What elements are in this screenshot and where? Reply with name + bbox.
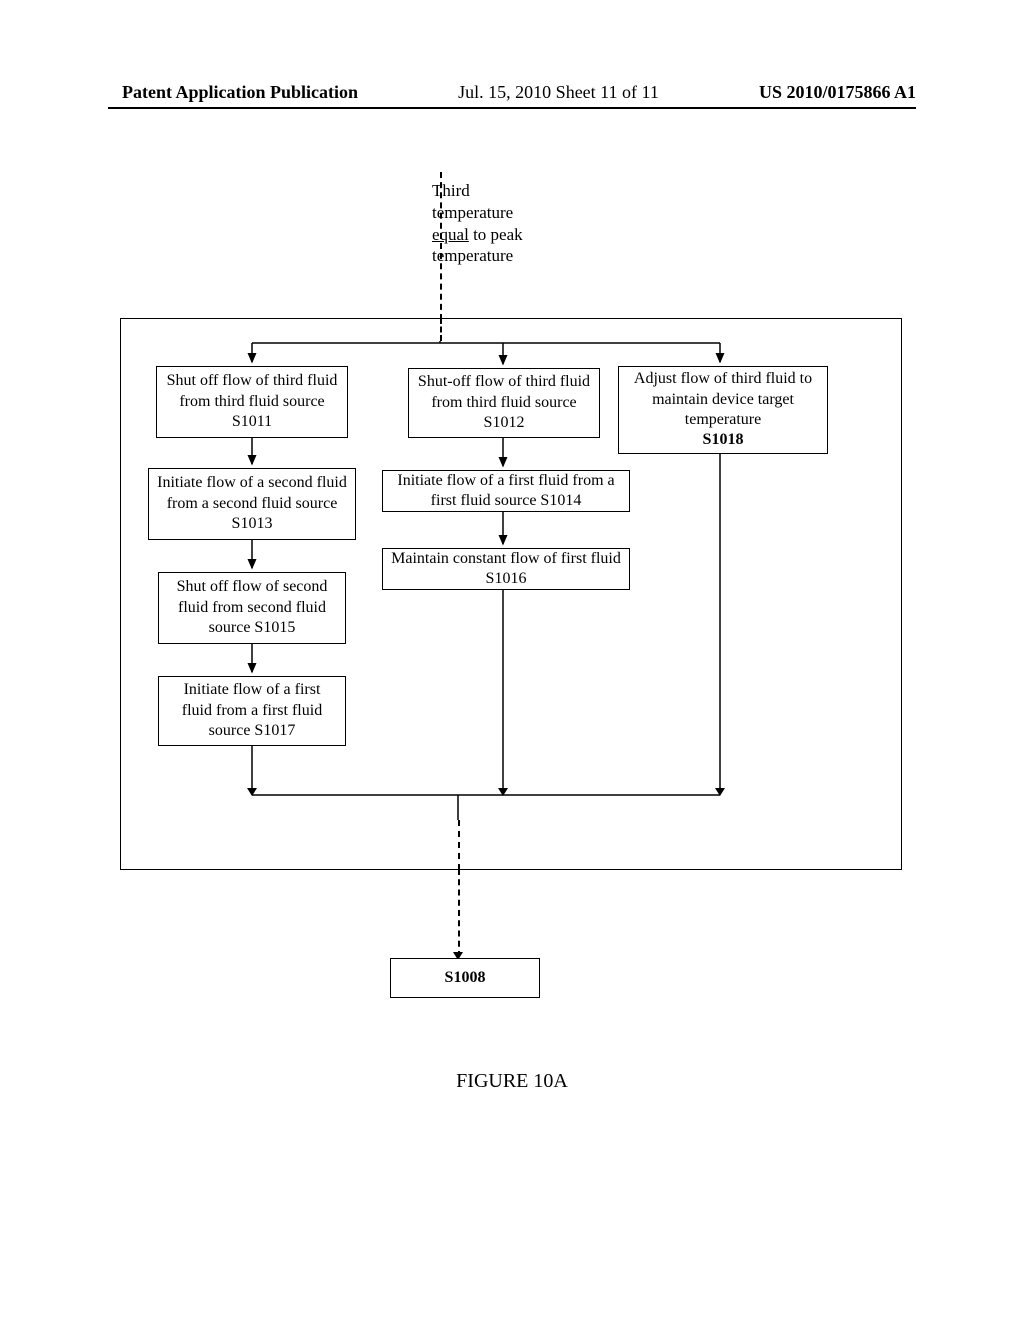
header-left: Patent Application Publication <box>122 82 358 103</box>
top-line1: Third <box>432 180 523 202</box>
step-s1017-text: Initiate flow of a first fluid from a fi… <box>167 680 337 741</box>
step-s1018-id: S1018 <box>703 431 744 448</box>
step-s1018-text: Adjust flow of third fluid to maintain d… <box>627 369 819 451</box>
header-right: US 2010/0175866 A1 <box>759 82 916 103</box>
dashed-line-top <box>440 172 442 320</box>
dashed-line-bottom-2 <box>458 869 460 957</box>
step-s1016-text: Maintain constant flow of first fluid S1… <box>391 549 621 590</box>
figure-label: FIGURE 10A <box>0 1070 1024 1093</box>
step-s1014-text: Initiate flow of a first fluid from a fi… <box>391 471 621 512</box>
page-header: Patent Application Publication Jul. 15, … <box>0 82 1024 103</box>
step-s1015: Shut off flow of second fluid from secon… <box>158 572 346 644</box>
step-s1012-text: Shut-off flow of third fluid from third … <box>417 372 591 433</box>
step-s1012: Shut-off flow of third fluid from third … <box>408 368 600 438</box>
header-mid: Jul. 15, 2010 Sheet 11 of 11 <box>458 82 659 103</box>
top-line4: temperature <box>432 245 523 267</box>
step-s1017: Initiate flow of a first fluid from a fi… <box>158 676 346 746</box>
top-condition-label: Third temperature equal to peak temperat… <box>432 180 523 267</box>
step-s1018: Adjust flow of third fluid to maintain d… <box>618 366 828 454</box>
step-s1018-body: Adjust flow of third fluid to maintain d… <box>634 370 812 428</box>
step-s1015-text: Shut off flow of second fluid from secon… <box>167 577 337 638</box>
step-s1014: Initiate flow of a first fluid from a fi… <box>382 470 630 512</box>
top-line2: temperature <box>432 202 523 224</box>
step-s1013-text: Initiate flow of a second fluid from a s… <box>157 473 347 534</box>
step-s1008-text: S1008 <box>445 968 486 988</box>
step-s1008: S1008 <box>390 958 540 998</box>
header-rule <box>108 107 916 109</box>
dashed-line-bottom-1 <box>458 820 460 870</box>
step-s1011-text: Shut off flow of third fluid from third … <box>165 371 339 432</box>
step-s1016: Maintain constant flow of first fluid S1… <box>382 548 630 590</box>
top-line3b: to peak <box>469 225 523 244</box>
step-s1013: Initiate flow of a second fluid from a s… <box>148 468 356 540</box>
step-s1011: Shut off flow of third fluid from third … <box>156 366 348 438</box>
top-underline: equal <box>432 225 469 244</box>
top-line3: equal to peak <box>432 224 523 246</box>
